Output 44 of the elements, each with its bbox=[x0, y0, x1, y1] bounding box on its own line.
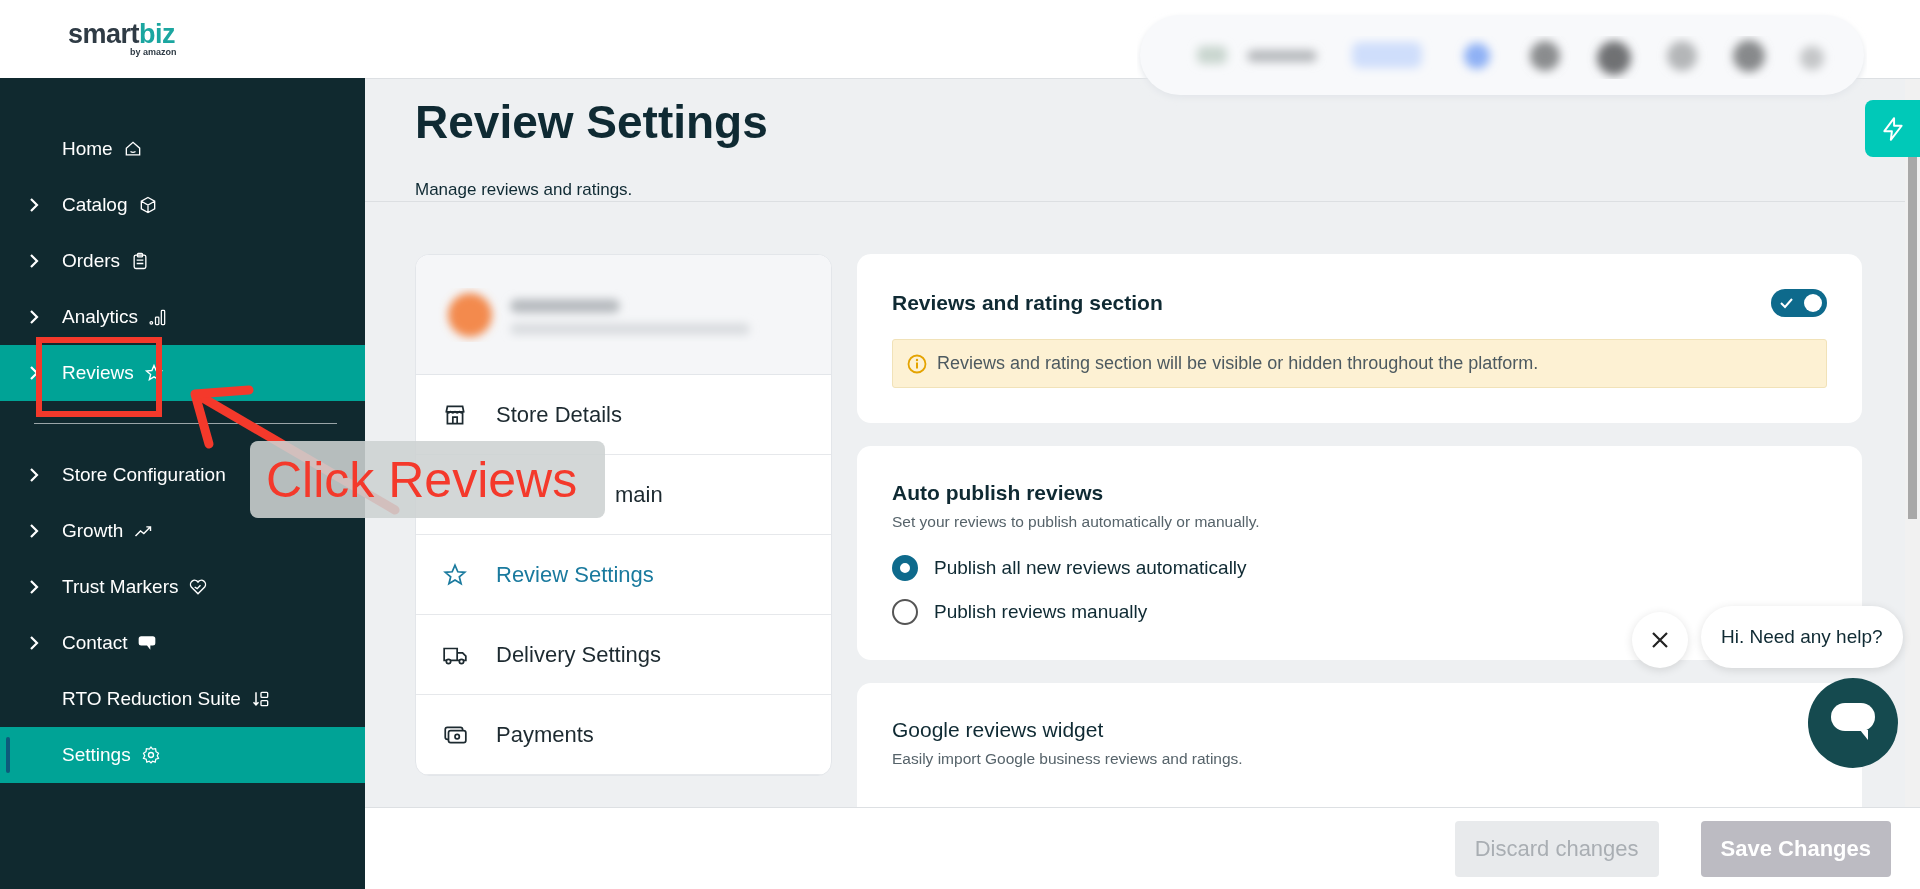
sidebar-item[interactable]: Analytics bbox=[0, 289, 169, 345]
sidebar-item[interactable]: Store Configuration bbox=[0, 447, 226, 503]
settings-menu-item[interactable]: Review Settings bbox=[416, 535, 831, 615]
card-description: Set your reviews to publish automatically or manually. bbox=[892, 513, 1261, 531]
toggle-switch[interactable] bbox=[1771, 289, 1827, 317]
page-title: Review Settings bbox=[415, 95, 769, 150]
card-title: Auto publish reviews bbox=[892, 481, 1105, 505]
close-icon bbox=[1650, 630, 1670, 650]
logo-wordmark: smartbiz bbox=[68, 21, 177, 48]
notice-text: Reviews and rating section will be visible or hidden throughout the platform. bbox=[937, 353, 1539, 374]
settings-menu-item[interactable]: Delivery Settings bbox=[416, 615, 831, 695]
settings-icon bbox=[140, 745, 161, 765]
radio-button[interactable] bbox=[892, 555, 918, 581]
heart-icon bbox=[188, 577, 209, 597]
settings-menu-item[interactable]: Payments bbox=[416, 695, 831, 775]
chevron-icon[interactable] bbox=[28, 197, 40, 213]
chevron-icon[interactable] bbox=[28, 523, 40, 539]
radio-label[interactable]: Publish all new reviews automatically bbox=[934, 557, 1247, 579]
chevron-icon[interactable] bbox=[28, 635, 40, 651]
sidebar-item[interactable]: Home bbox=[0, 121, 143, 177]
sidebar-item[interactable]: Catalog bbox=[0, 177, 158, 233]
card-description: Easily import Google business reviews and ratings. bbox=[892, 750, 1244, 768]
radio-label[interactable]: Publish reviews manually bbox=[934, 601, 1148, 623]
chevron-icon[interactable] bbox=[28, 467, 40, 483]
sidebar-item[interactable]: Growth bbox=[0, 503, 154, 559]
chevron-icon[interactable] bbox=[28, 309, 40, 325]
info-icon bbox=[907, 353, 927, 374]
page-subtitle: Manage reviews and ratings. bbox=[415, 180, 634, 201]
radio-button[interactable] bbox=[892, 599, 918, 625]
chat-greeting[interactable]: Hi. Need any help? bbox=[1701, 606, 1903, 668]
chevron-icon[interactable] bbox=[28, 579, 40, 595]
sidebar-item[interactable]: Trust Markers bbox=[0, 559, 209, 615]
card-title: Google reviews widget bbox=[892, 718, 1105, 742]
sort-icon bbox=[250, 689, 271, 709]
sidebar-item[interactable]: Orders bbox=[0, 233, 151, 289]
star-icon bbox=[442, 561, 468, 588]
check-icon bbox=[1780, 297, 1793, 309]
logo-tagline: by amazon bbox=[130, 48, 178, 57]
sidebar-item[interactable]: RTO Reduction Suite bbox=[0, 671, 271, 727]
chevron-icon[interactable] bbox=[28, 253, 40, 269]
star-icon bbox=[143, 363, 164, 383]
card-title: Reviews and rating section bbox=[892, 291, 1163, 315]
annotation-tooltip: Click Reviews bbox=[250, 441, 605, 518]
sidebar-item[interactable]: Contact bbox=[0, 615, 158, 671]
